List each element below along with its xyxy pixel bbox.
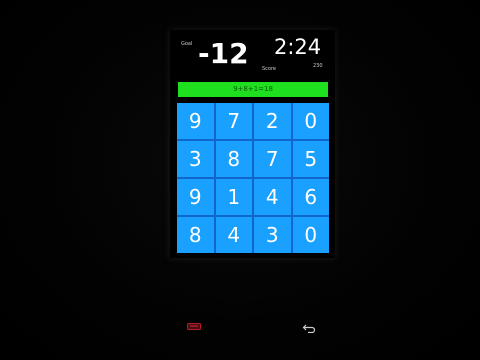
score-value: 230 [313, 63, 323, 69]
number-tile[interactable]: 7 [215, 103, 252, 139]
goal-label: Goal [181, 41, 193, 47]
number-tile[interactable]: 0 [292, 217, 329, 253]
goal-value: -12 [198, 37, 249, 70]
number-tile[interactable]: 8 [177, 217, 214, 253]
number-tile[interactable]: 2 [254, 103, 291, 139]
number-tile[interactable]: 3 [177, 141, 214, 177]
number-tile[interactable]: 3 [254, 217, 291, 253]
back-arrow-icon[interactable] [302, 318, 316, 334]
timer: 2:24 [274, 35, 322, 59]
number-grid: 9 7 2 0 3 8 7 5 9 1 4 6 8 4 3 0 [177, 103, 329, 253]
number-tile[interactable]: 9 [177, 179, 214, 215]
equation-bar: 9+8+1=18 [178, 82, 328, 97]
phone-screen: Goal -12 2:24 Score 230 9+8+1=18 9 7 2 0… [170, 30, 335, 258]
number-tile[interactable]: 4 [215, 217, 252, 253]
number-tile[interactable]: 1 [215, 179, 252, 215]
score-label: Score [262, 66, 277, 72]
number-tile[interactable]: 0 [292, 103, 329, 139]
number-tile[interactable]: 8 [215, 141, 252, 177]
number-tile[interactable]: 9 [177, 103, 214, 139]
number-tile[interactable]: 5 [292, 141, 329, 177]
menu-icon[interactable] [187, 315, 201, 330]
scene: Goal -12 2:24 Score 230 9+8+1=18 9 7 2 0… [0, 0, 480, 360]
number-tile[interactable]: 4 [254, 179, 291, 215]
number-tile[interactable]: 6 [292, 179, 329, 215]
number-tile[interactable]: 7 [254, 141, 291, 177]
